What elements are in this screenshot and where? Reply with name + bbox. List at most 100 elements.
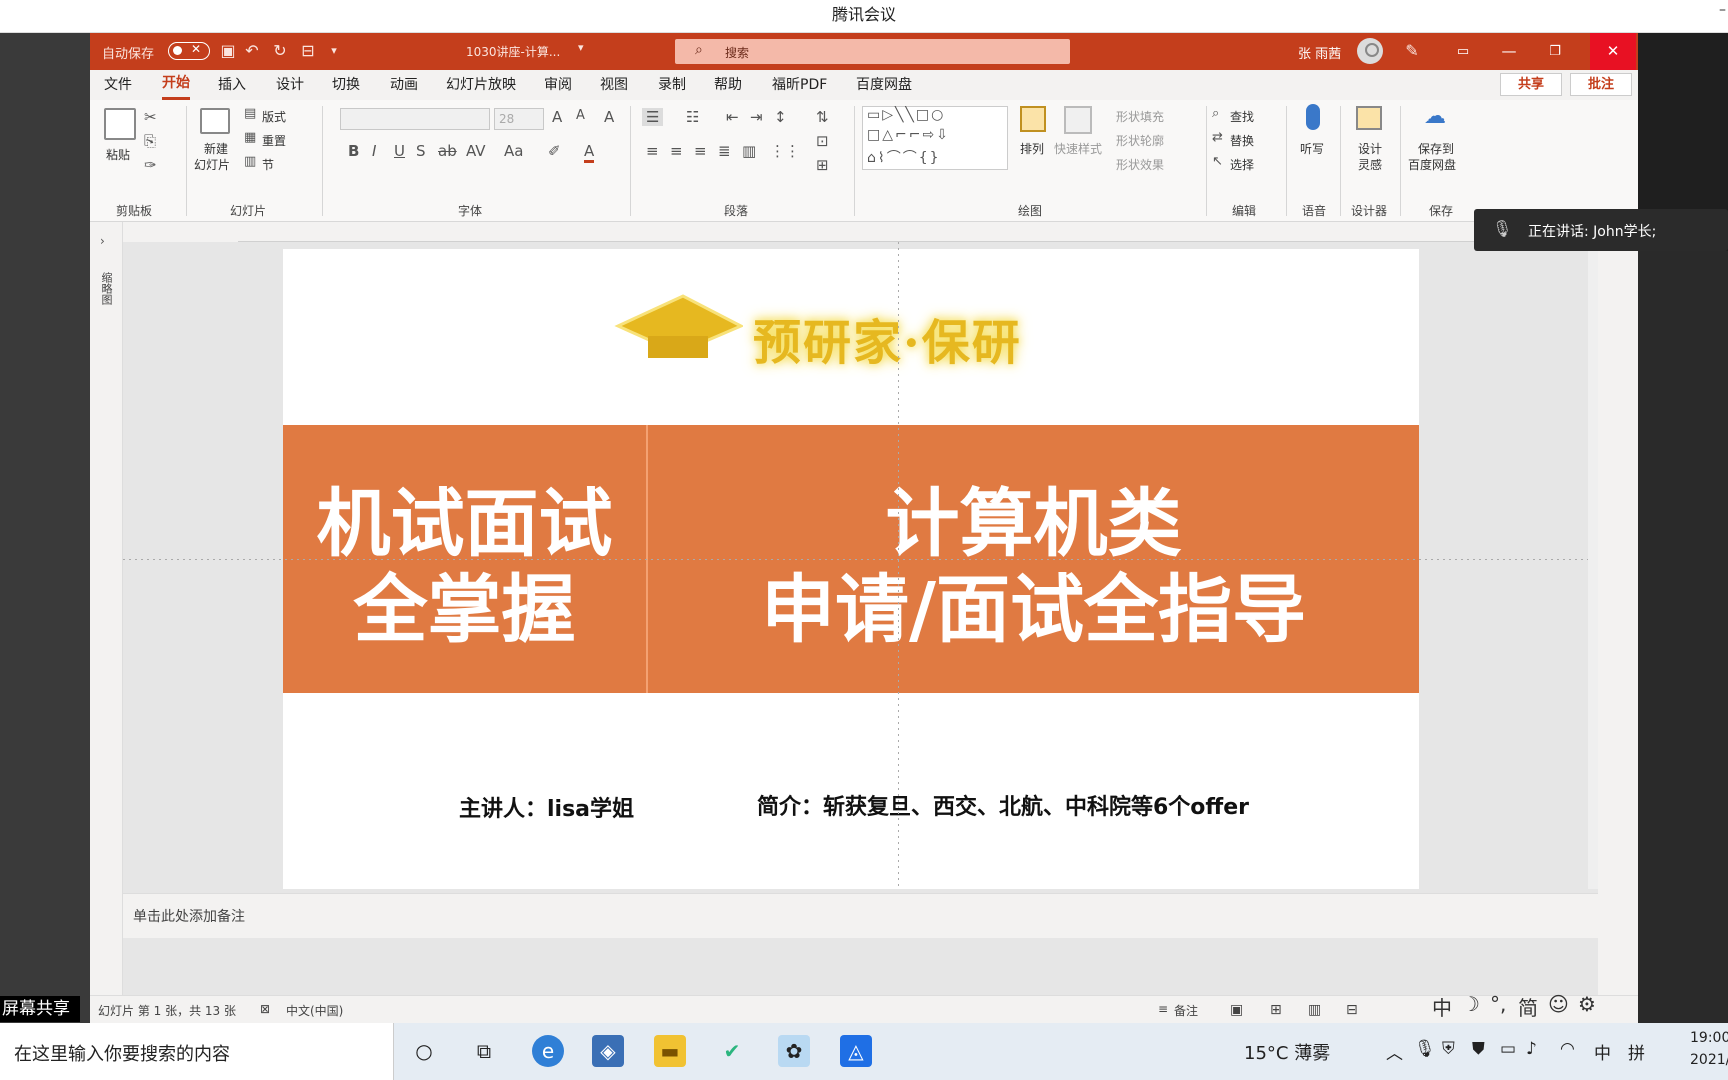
reading-view-icon[interactable]: ▥: [1308, 1002, 1321, 1018]
ime-mode[interactable]: 中: [1432, 992, 1452, 1021]
document-name[interactable]: 1030讲座-计算...: [466, 43, 560, 60]
user-name[interactable]: 张 雨茜: [1298, 43, 1341, 62]
bullets-icon[interactable]: ☰: [642, 108, 664, 126]
reset-label[interactable]: 重置: [262, 132, 286, 149]
slideshow-view-icon[interactable]: ⊟: [1346, 1002, 1358, 1018]
tab-animations[interactable]: 动画: [390, 70, 418, 100]
shrink-font-icon[interactable]: A: [576, 108, 585, 123]
cut-icon[interactable]: ✂: [144, 108, 157, 126]
paste-icon[interactable]: [104, 108, 136, 140]
new-slide-label-2[interactable]: 幻灯片: [194, 156, 230, 173]
save-icon[interactable]: ▣: [218, 41, 238, 61]
tab-slideshow[interactable]: 幻灯片放映: [446, 70, 516, 100]
char-spacing-icon[interactable]: AV: [466, 142, 486, 160]
weather-widget[interactable]: 15°C 薄雾: [1244, 1039, 1330, 1065]
moon-icon[interactable]: ☽: [1462, 992, 1480, 1016]
layout-icon[interactable]: ▤: [244, 106, 256, 121]
tab-home[interactable]: 开始: [162, 70, 190, 100]
expand-pane-icon[interactable]: ›: [100, 234, 105, 248]
close-button[interactable]: ✕: [1590, 33, 1636, 70]
autosave-toggle[interactable]: ✕: [168, 42, 210, 60]
live2d-app-icon[interactable]: ✿: [778, 1035, 810, 1067]
font-name-field[interactable]: [340, 108, 490, 130]
slide-canvas[interactable]: 预研家·保研 机试面试 全掌握 计算机类 申请/面试全指导 主讲人：lisa学姐…: [283, 249, 1419, 889]
shape-effect-label[interactable]: 形状效果: [1116, 156, 1164, 173]
settings-gear-icon[interactable]: ⚙: [1578, 992, 1596, 1016]
tab-view[interactable]: 视图: [600, 70, 628, 100]
tab-record[interactable]: 录制: [658, 70, 686, 100]
shield-icon[interactable]: ⛊: [1472, 1039, 1485, 1059]
shadow-icon[interactable]: S: [416, 142, 426, 160]
thumbnail-pane[interactable]: › 缩略图: [90, 222, 123, 1002]
new-slide-label[interactable]: 新建: [204, 140, 228, 157]
replace-label[interactable]: 替换: [1230, 132, 1254, 149]
arrange-icon[interactable]: [1020, 106, 1046, 132]
find-icon[interactable]: ⌕: [1212, 106, 1219, 121]
tab-foxit-pdf[interactable]: 福昕PDF: [772, 70, 827, 100]
strikethrough-icon[interactable]: ab: [438, 142, 457, 160]
undo-icon[interactable]: ↶: [242, 41, 262, 61]
network-icon[interactable]: ◠: [1560, 1039, 1575, 1059]
tab-review[interactable]: 审阅: [544, 70, 572, 100]
comment-button[interactable]: 批注: [1570, 73, 1632, 96]
quick-style-icon[interactable]: [1064, 106, 1092, 134]
bold-icon[interactable]: B: [348, 142, 359, 160]
format-painter-icon[interactable]: ✑: [144, 156, 157, 174]
align-left-icon[interactable]: ≡: [646, 142, 659, 160]
font-size-field[interactable]: 28: [494, 108, 544, 130]
ribbon-display-icon[interactable]: ▭: [1440, 33, 1486, 70]
tray-chevron-icon[interactable]: ︿: [1386, 1039, 1403, 1064]
emoji-icon[interactable]: ☺: [1548, 992, 1569, 1016]
redo-icon[interactable]: ↻: [270, 41, 290, 61]
change-case-icon[interactable]: Aa: [504, 142, 523, 160]
shapes-row-2[interactable]: □△⌐⌐⇨⇩: [867, 127, 950, 143]
security-icon[interactable]: ⛨: [1442, 1039, 1455, 1059]
italic-icon[interactable]: I: [372, 142, 376, 160]
search-input[interactable]: ⌕ 搜索: [675, 39, 1070, 64]
tab-insert[interactable]: 插入: [218, 70, 246, 100]
file-explorer-icon[interactable]: ▬: [654, 1035, 686, 1067]
cortana-icon[interactable]: ○: [408, 1035, 440, 1067]
punctuation-icon[interactable]: °,: [1490, 992, 1506, 1016]
notes-toggle-label[interactable]: 备注: [1174, 1002, 1198, 1019]
section-icon[interactable]: ▥: [244, 154, 256, 169]
designer-icon[interactable]: [1356, 106, 1382, 130]
doc-menu-chevron-icon[interactable]: ▾: [578, 41, 584, 54]
tab-file[interactable]: 文件: [104, 70, 132, 100]
check-app-icon[interactable]: ✔: [716, 1035, 748, 1067]
dictate-label[interactable]: 听写: [1300, 140, 1324, 157]
numbering-icon[interactable]: ☷: [686, 108, 699, 126]
ime-pinyin-indicator[interactable]: 拼: [1628, 1039, 1645, 1064]
layout-label[interactable]: 版式: [262, 108, 286, 125]
volume-icon[interactable]: ♪: [1526, 1039, 1537, 1059]
language-status[interactable]: 中文(中国): [286, 1002, 343, 1019]
baidu-netdisk-icon[interactable]: ☁: [1424, 104, 1446, 129]
paste-label[interactable]: 粘贴: [106, 146, 130, 163]
justify-icon[interactable]: ≣: [718, 142, 731, 160]
taskbar-search-input[interactable]: 在这里输入你要搜索的内容: [0, 1023, 394, 1080]
select-label[interactable]: 选择: [1230, 156, 1254, 173]
tab-design[interactable]: 设计: [276, 70, 304, 100]
section-label[interactable]: 节: [262, 156, 274, 173]
tray-mic-icon[interactable]: 🎙: [1414, 1039, 1436, 1059]
columns-icon[interactable]: ⋮⋮: [770, 142, 800, 160]
increase-indent-icon[interactable]: ⇥: [750, 108, 763, 126]
task-view-icon[interactable]: ⧉: [468, 1035, 500, 1067]
smartart-icon[interactable]: ⊞: [816, 156, 829, 174]
arrange-label[interactable]: 排列: [1020, 140, 1044, 157]
vertical-scrollbar[interactable]: [1588, 242, 1598, 889]
replace-icon[interactable]: ⇄: [1212, 130, 1223, 145]
grow-font-icon[interactable]: A: [552, 108, 562, 126]
copy-icon[interactable]: ⎘: [144, 132, 156, 150]
restore-button[interactable]: ❐: [1532, 33, 1578, 70]
shape-outline-label[interactable]: 形状轮廓: [1116, 132, 1164, 149]
microphone-icon[interactable]: [1306, 104, 1320, 130]
font-color-icon[interactable]: A: [584, 142, 595, 163]
select-icon[interactable]: ↖: [1212, 154, 1223, 169]
shapes-row-3[interactable]: ⌂⌇⌒⌒{}: [867, 147, 941, 167]
align-text-icon[interactable]: ⊡: [816, 132, 829, 150]
battery-icon[interactable]: ▭: [1500, 1039, 1516, 1059]
minimize-button[interactable]: —: [1486, 33, 1532, 70]
customize-qat-icon[interactable]: ▾: [324, 41, 344, 61]
shape-fill-label[interactable]: 形状填充: [1116, 108, 1164, 125]
